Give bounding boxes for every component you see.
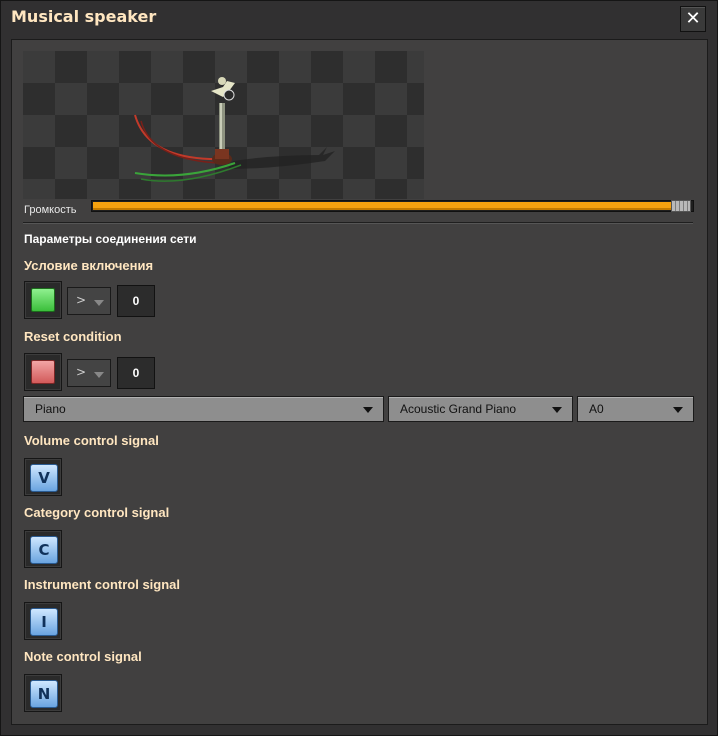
enable-condition-signal-slot[interactable] [24, 281, 62, 319]
entity-preview [23, 51, 424, 199]
note-value: A0 [589, 402, 604, 416]
signal-v-icon: V [30, 464, 58, 492]
title-bar[interactable]: Musical speaker ✕ [1, 1, 717, 37]
enable-condition-label: Условие включения [24, 258, 154, 273]
instrument-dropdown[interactable]: Acoustic Grand Piano [388, 396, 573, 422]
window-title: Musical speaker [11, 7, 157, 26]
reset-condition-constant[interactable]: 0 [117, 357, 155, 389]
divider [23, 222, 693, 223]
volume-control-signal-slot[interactable]: V [24, 458, 62, 496]
category-control-signal-slot[interactable]: C [24, 530, 62, 568]
volume-slider[interactable] [91, 200, 694, 212]
chevron-down-icon [673, 407, 683, 413]
instrument-value: Acoustic Grand Piano [400, 402, 517, 416]
volume-slider-fill [93, 202, 674, 210]
volume-label: Громкость [24, 204, 77, 216]
signal-n-icon: N [30, 680, 58, 708]
chevron-down-icon [94, 372, 104, 378]
chevron-down-icon [94, 300, 104, 306]
green-signal-icon [31, 288, 55, 312]
volume-slider-handle[interactable] [671, 200, 691, 212]
close-button[interactable]: ✕ [680, 6, 706, 32]
note-control-signal-slot[interactable]: N [24, 674, 62, 712]
musical-speaker-window: Musical speaker ✕ Громкость Параметры со… [0, 0, 718, 736]
volume-control-signal-label: Volume control signal [24, 433, 159, 448]
reset-condition-comparator[interactable]: > [67, 359, 111, 387]
category-value: Piano [35, 402, 66, 416]
chevron-down-icon [363, 407, 373, 413]
comparator-value: > [76, 293, 87, 307]
category-control-signal-label: Category control signal [24, 505, 170, 520]
speaker-image [134, 77, 335, 182]
signal-c-icon: C [30, 536, 58, 564]
comparator-value: > [76, 365, 87, 379]
enable-condition-constant[interactable]: 0 [117, 285, 155, 317]
signal-i-icon: I [30, 608, 58, 636]
content-panel: Громкость Параметры соединения сети Усло… [11, 39, 708, 725]
reset-condition-label: Reset condition [24, 329, 122, 344]
instrument-control-signal-label: Instrument control signal [24, 577, 181, 592]
note-dropdown[interactable]: A0 [577, 396, 694, 422]
enable-condition-comparator[interactable]: > [67, 287, 111, 315]
network-settings-heading: Параметры соединения сети [24, 232, 197, 246]
instrument-control-signal-slot[interactable]: I [24, 602, 62, 640]
note-control-signal-label: Note control signal [24, 649, 142, 664]
close-icon: ✕ [685, 8, 701, 29]
category-dropdown[interactable]: Piano [23, 396, 384, 422]
red-signal-icon [31, 360, 55, 384]
reset-condition-signal-slot[interactable] [24, 353, 62, 391]
chevron-down-icon [552, 407, 562, 413]
